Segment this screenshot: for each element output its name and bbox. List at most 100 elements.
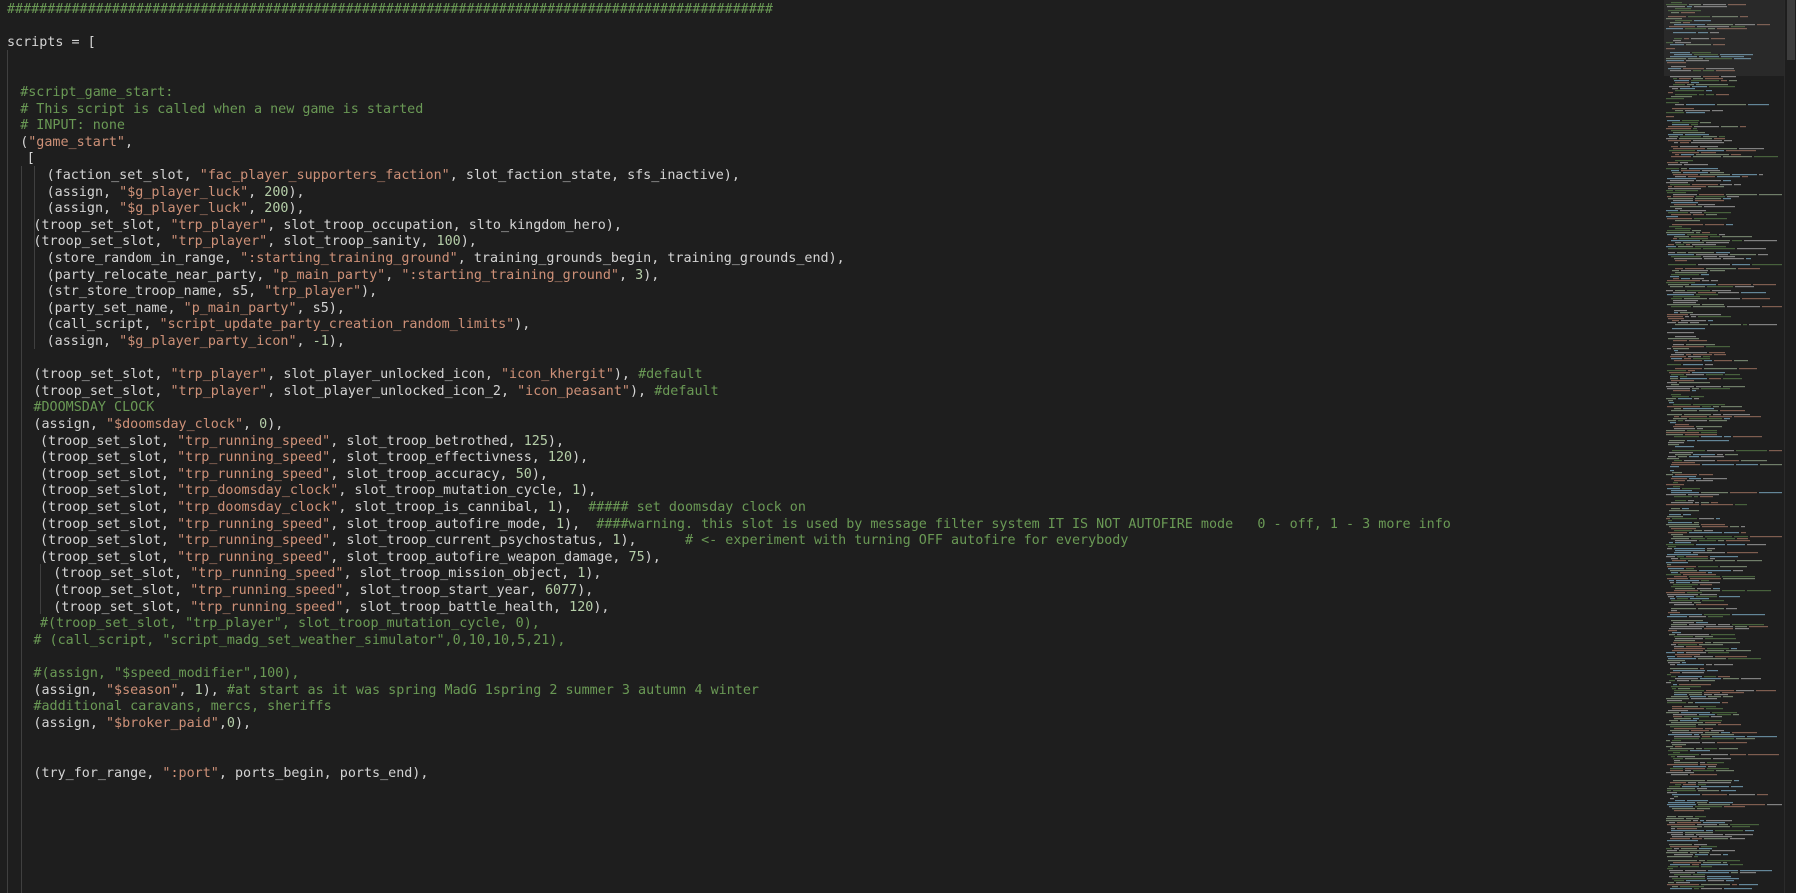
code-token: , slot_troop_start_year, [343, 583, 545, 598]
minimap-line [1732, 240, 1742, 242]
minimap-line [1674, 736, 1700, 738]
code-token: , slot_troop_autofire_mode, [330, 516, 556, 532]
minimap-line [1674, 350, 1678, 352]
minimap-line [1688, 494, 1719, 496]
code-token: 1 [555, 516, 565, 532]
minimap-line [1699, 720, 1722, 722]
minimap-line [1688, 252, 1714, 254]
minimap-line [1730, 754, 1746, 756]
code-line[interactable]: ########################################… [7, 0, 773, 19]
code-line[interactable]: ("game_start", [20, 133, 133, 152]
code-token: 125 [523, 433, 548, 449]
minimap-line [1666, 504, 1699, 506]
code-token: , slot_troop_occupation, slto_kingdom_he… [267, 217, 622, 233]
code-token: #(troop_set_slot, "trp_player", slot_tro… [40, 616, 540, 632]
code-token: ), [630, 383, 655, 399]
minimap-line [1671, 374, 1684, 376]
minimap-line [1666, 484, 1684, 486]
code-token: , [296, 334, 313, 349]
minimap-line [1675, 324, 1708, 326]
minimap-line [1667, 414, 1682, 416]
minimap-line [1666, 116, 1674, 118]
minimap[interactable] [1664, 0, 1784, 893]
minimap-line [1704, 360, 1712, 362]
minimap-line [1672, 476, 1696, 478]
minimap-line [1714, 354, 1726, 356]
minimap-line [1736, 464, 1758, 466]
minimap-line [1674, 576, 1687, 578]
minimap-line [1709, 420, 1727, 422]
minimap-line [1696, 622, 1708, 624]
minimap-line [1675, 160, 1693, 162]
minimap-line [1721, 790, 1736, 792]
minimap-line [1674, 880, 1684, 882]
minimap-line [1680, 876, 1705, 878]
scrollbar-thumb[interactable] [1787, 0, 1795, 60]
code-token: 6077 [544, 583, 578, 598]
minimap-line [1676, 882, 1690, 884]
code-line[interactable]: # (call_script, "script_madg_set_weather… [33, 631, 565, 650]
minimap-line [1696, 232, 1700, 234]
minimap-line [1695, 198, 1721, 200]
minimap-line [1693, 354, 1712, 356]
vertical-scrollbar[interactable] [1784, 0, 1796, 893]
minimap-line [1667, 364, 1681, 366]
minimap-line [1701, 734, 1734, 736]
minimap-line [1680, 866, 1699, 868]
minimap-line [1672, 346, 1704, 348]
minimap-line [1686, 568, 1694, 570]
minimap-line [1666, 432, 1699, 434]
minimap-line [1722, 236, 1752, 238]
minimap-line [1710, 270, 1725, 272]
code-line[interactable]: scripts = [ [7, 33, 96, 52]
minimap-line [1710, 236, 1720, 238]
code-line[interactable]: (try_for_range, ":port", ports_begin, po… [33, 764, 428, 783]
code-token: #at start as it was spring MadG 1spring … [226, 682, 759, 698]
code-token: ), [613, 367, 639, 383]
minimap-line [1673, 84, 1685, 86]
code-line[interactable]: (assign, "$broker_paid",0), [33, 714, 251, 733]
minimap-line [1708, 320, 1713, 322]
minimap-line [1668, 338, 1699, 340]
code-token: 120 [569, 599, 594, 615]
minimap-line [1707, 670, 1718, 672]
code-editor[interactable]: ########################################… [0, 0, 1796, 893]
code-token: , slot_troop_sanity, [267, 234, 437, 250]
minimap-line [1674, 142, 1678, 144]
minimap-line [1722, 590, 1745, 592]
code-line[interactable]: (assign, "$g_player_party_icon", -1), [47, 332, 345, 351]
minimap-line [1713, 414, 1721, 416]
minimap-line [1677, 556, 1684, 558]
code-area[interactable]: ########################################… [0, 0, 1660, 893]
minimap-line [1668, 662, 1680, 664]
minimap-line [1735, 628, 1749, 630]
minimap-line [1675, 242, 1681, 244]
minimap-line [1739, 148, 1764, 150]
minimap-line [1686, 652, 1706, 654]
minimap-slider[interactable] [1664, 0, 1784, 76]
minimap-line [1707, 768, 1729, 770]
minimap-line [1719, 256, 1735, 258]
minimap-line [1675, 540, 1697, 542]
minimap-line [1668, 734, 1692, 736]
minimap-line [1696, 254, 1728, 256]
minimap-line [1667, 332, 1694, 334]
minimap-line [1668, 596, 1674, 598]
minimap-line [1701, 884, 1730, 886]
minimap-line [1690, 598, 1709, 600]
minimap-line [1671, 202, 1698, 204]
minimap-line [1731, 154, 1741, 156]
minimap-line [1707, 876, 1731, 878]
minimap-line [1726, 540, 1750, 542]
code-token: "trp_running_speed" [177, 450, 331, 466]
code-token: "$g_player_party_icon" [119, 334, 297, 349]
code-token: ), [564, 516, 597, 532]
minimap-line [1687, 234, 1717, 236]
minimap-line [1672, 878, 1705, 880]
code-token: (str_store_troop_name, s5, [46, 284, 265, 300]
minimap-line [1719, 136, 1725, 138]
minimap-line [1675, 678, 1698, 680]
minimap-line [1698, 316, 1731, 318]
minimap-line [1701, 274, 1709, 276]
minimap-line [1676, 244, 1684, 246]
